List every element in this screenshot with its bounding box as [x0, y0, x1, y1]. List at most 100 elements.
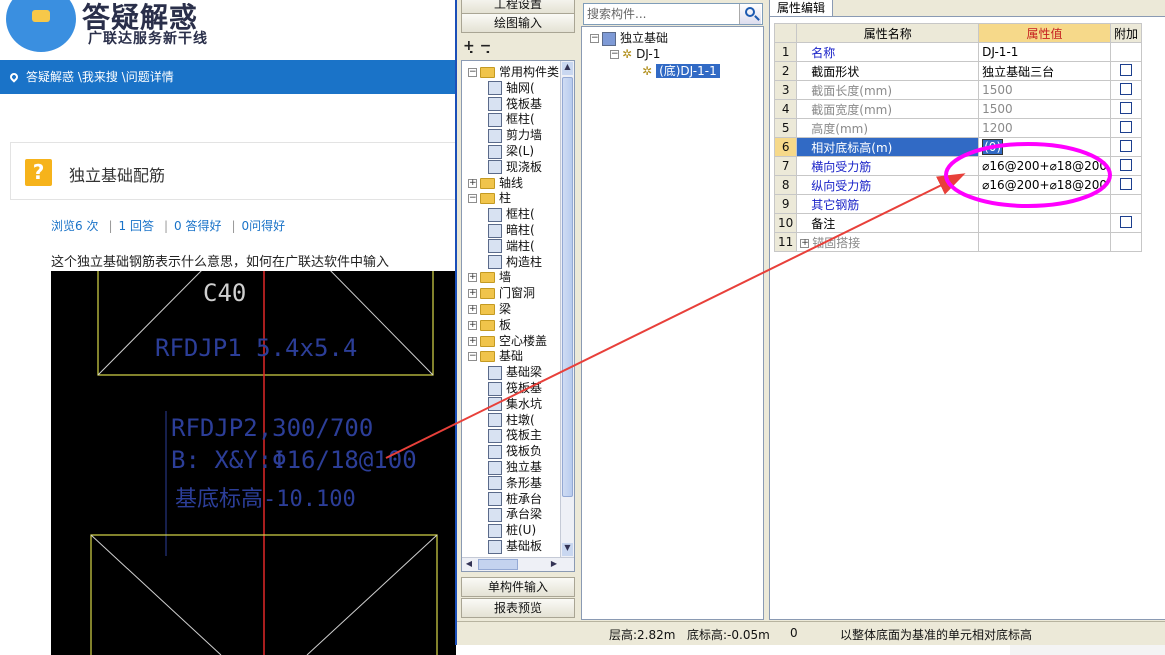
property-name[interactable]: 备注: [796, 213, 980, 233]
helpful-count[interactable]: 0 答得好: [174, 219, 221, 233]
tree-item[interactable]: 暗柱(: [488, 222, 535, 238]
tree-item[interactable]: 现浇板: [488, 159, 542, 175]
extra-checkbox[interactable]: [1119, 101, 1132, 114]
tree-item[interactable]: 桩(U): [488, 522, 536, 538]
tree-folder[interactable]: + 墙: [468, 269, 511, 285]
property-row[interactable]: 4 截面宽度(mm) 1500: [773, 99, 1143, 119]
expand-icon[interactable]: +: [468, 178, 477, 188]
tree-item[interactable]: 梁(L): [488, 143, 534, 159]
collapse-icon[interactable]: −: [590, 34, 599, 43]
property-row[interactable]: 7 横向受力筋 ⌀16@200+⌀18@200: [773, 156, 1143, 176]
tree-folder[interactable]: + 门窗洞: [468, 285, 535, 301]
extra-checkbox[interactable]: [1119, 82, 1132, 95]
tree-folder[interactable]: + 空心楼盖: [468, 333, 547, 349]
tree-hscrollbar[interactable]: ◀ ▶: [462, 557, 574, 571]
property-name[interactable]: 截面形状: [796, 61, 980, 81]
property-row[interactable]: 1 名称 DJ-1-1: [773, 42, 1143, 62]
property-name[interactable]: 名称: [796, 42, 980, 62]
property-name[interactable]: 高度(mm): [796, 118, 980, 138]
useful-count[interactable]: 0问得好: [242, 219, 286, 233]
extra-checkbox[interactable]: [1119, 120, 1132, 133]
tree-item[interactable]: 柱墩(: [488, 412, 535, 428]
answers-count[interactable]: 1 回答: [119, 219, 154, 233]
extra-checkbox[interactable]: [1119, 63, 1132, 76]
tree-scrollbar[interactable]: ▲ ▼: [560, 61, 574, 557]
scroll-right-icon[interactable]: ▶: [548, 559, 560, 570]
property-row[interactable]: 2 截面形状 独立基础三台: [773, 61, 1143, 81]
property-row[interactable]: 9 其它钢筋: [773, 194, 1143, 214]
extra-checkbox[interactable]: [1119, 177, 1132, 190]
tree-item[interactable]: 基础板: [488, 538, 542, 554]
expand-collapse-all-icon[interactable]: +̣ −̣: [463, 38, 491, 54]
tree-item[interactable]: 筏板基: [488, 96, 542, 112]
tree-item[interactable]: 集水坑: [488, 396, 542, 412]
tree-item[interactable]: 条形基: [488, 475, 542, 491]
property-name[interactable]: 截面宽度(mm): [796, 99, 980, 119]
scroll-thumb[interactable]: [562, 77, 573, 497]
tree-folder[interactable]: + 板: [468, 317, 511, 333]
tree-item[interactable]: 承台梁: [488, 506, 542, 522]
nav-report-preview[interactable]: 报表预览: [461, 598, 575, 618]
property-value[interactable]: ⌀16@200+⌀18@200: [978, 156, 1111, 176]
property-value[interactable]: [978, 232, 1111, 252]
collapse-icon[interactable]: −: [468, 68, 477, 77]
property-name[interactable]: + 锚固搭接: [796, 232, 980, 252]
collapse-icon[interactable]: −: [610, 50, 619, 59]
property-row[interactable]: 11 + 锚固搭接: [773, 232, 1143, 252]
extra-checkbox[interactable]: [1119, 158, 1132, 171]
property-value[interactable]: 独立基础三台: [978, 61, 1111, 81]
property-value[interactable]: (0): [978, 137, 1111, 157]
expand-icon[interactable]: +: [800, 238, 810, 248]
expand-icon[interactable]: +: [468, 273, 477, 283]
nav-project-settings[interactable]: 工程设置: [461, 0, 575, 14]
site-logo[interactable]: 答疑解惑 广联达服务新干线: [0, 0, 456, 60]
tree-item[interactable]: 筏板基: [488, 380, 542, 396]
tree-folder[interactable]: + 梁: [468, 301, 511, 317]
extra-checkbox[interactable]: [1119, 215, 1132, 228]
tab-property-edit[interactable]: 属性编辑: [769, 0, 833, 16]
tree-item[interactable]: 基础梁: [488, 364, 542, 380]
expand-icon[interactable]: +: [468, 320, 477, 330]
tree-child-node[interactable]: − ✲ DJ-1: [610, 46, 660, 62]
tree-item[interactable]: 框柱(: [488, 111, 535, 127]
tree-item[interactable]: 轴网(: [488, 80, 535, 96]
component-search-input[interactable]: 搜索构件...: [583, 3, 763, 25]
property-value[interactable]: [978, 194, 1111, 214]
property-value[interactable]: 1500: [978, 99, 1111, 119]
property-value[interactable]: 1500: [978, 80, 1111, 100]
tree-item[interactable]: 桩承台: [488, 491, 542, 507]
property-value[interactable]: 1200: [978, 118, 1111, 138]
property-value[interactable]: [978, 213, 1111, 233]
property-name[interactable]: 相对底标高(m): [796, 137, 980, 157]
nav-drawing-input[interactable]: 绘图输入: [461, 13, 575, 33]
tree-leaf-node[interactable]: ✲ (底)DJ-1-1: [642, 63, 720, 79]
tree-item[interactable]: 剪力墙: [488, 127, 542, 143]
collapse-icon[interactable]: −: [468, 194, 477, 204]
property-row[interactable]: 3 截面长度(mm) 1500: [773, 80, 1143, 100]
scroll-up-icon[interactable]: ▲: [562, 62, 573, 75]
extra-checkbox[interactable]: [1119, 139, 1132, 152]
property-value[interactable]: ⌀16@200+⌀18@200: [978, 175, 1111, 195]
tree-folder[interactable]: + 轴线: [468, 175, 523, 191]
property-row[interactable]: 10 备注: [773, 213, 1143, 233]
scroll-left-icon[interactable]: ◀: [463, 559, 475, 570]
tree-folder[interactable]: − 柱: [468, 190, 511, 206]
expand-icon[interactable]: +: [468, 336, 477, 346]
breadcrumb-text[interactable]: 答疑解惑 \我来搜 \问题详情: [26, 70, 174, 84]
expand-icon[interactable]: +: [468, 289, 477, 299]
property-row[interactable]: 5 高度(mm) 1200: [773, 118, 1143, 138]
tree-item[interactable]: 筏板主: [488, 427, 542, 443]
tree-folder[interactable]: − 常用构件类: [468, 64, 559, 80]
property-value[interactable]: DJ-1-1: [978, 42, 1111, 62]
collapse-icon[interactable]: −: [468, 352, 477, 362]
hscroll-thumb[interactable]: [478, 559, 518, 570]
property-name[interactable]: 截面长度(mm): [796, 80, 980, 100]
scroll-down-icon[interactable]: ▼: [562, 543, 573, 556]
nav-single-component-input[interactable]: 单构件输入: [461, 577, 575, 597]
property-row[interactable]: 6 相对底标高(m) (0): [773, 137, 1143, 157]
property-name[interactable]: 横向受力筋: [796, 156, 980, 176]
tree-item[interactable]: 端柱(: [488, 238, 535, 254]
tree-item[interactable]: 独立基: [488, 459, 542, 475]
property-row[interactable]: 8 纵向受力筋 ⌀16@200+⌀18@200: [773, 175, 1143, 195]
tree-item[interactable]: 构造柱: [488, 254, 542, 270]
